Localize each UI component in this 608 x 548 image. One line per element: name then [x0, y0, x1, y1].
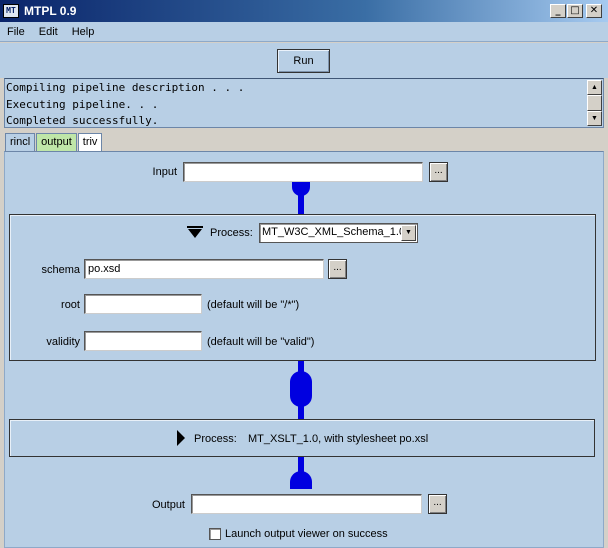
- validity-label: validity: [46, 336, 80, 348]
- chevron-down-icon[interactable]: ▼: [401, 225, 416, 241]
- title-bar[interactable]: MT MTPL 0.9 _ □ ✕: [0, 0, 608, 22]
- pipe-connector: [290, 371, 312, 407]
- expand-triangle-icon[interactable]: [176, 430, 186, 446]
- launch-viewer-label: Launch output viewer on success: [225, 528, 388, 540]
- pipeline-tabs: rincl output triv: [5, 133, 103, 152]
- window-title: MTPL 0.9: [24, 4, 77, 18]
- validity-field[interactable]: [84, 331, 202, 351]
- output-label: Output: [151, 499, 185, 511]
- process-box-schema: Process: MT_W3C_XML_Schema_1.0 ▼ schema …: [9, 214, 596, 361]
- menu-edit[interactable]: Edit: [32, 22, 65, 42]
- close-button[interactable]: ✕: [586, 4, 602, 18]
- maximize-button[interactable]: □: [567, 4, 583, 18]
- validity-hint: (default will be "valid"): [207, 336, 315, 348]
- run-button[interactable]: Run: [277, 49, 330, 73]
- process-select-value: MT_W3C_XML_Schema_1.0: [262, 226, 406, 238]
- schema-label: schema: [41, 264, 80, 276]
- schema-field[interactable]: po.xsd: [84, 259, 324, 279]
- process-select[interactable]: MT_W3C_XML_Schema_1.0 ▼: [259, 223, 418, 243]
- root-hint: (default will be "/*"): [207, 299, 300, 311]
- launch-viewer-checkbox[interactable]: [209, 528, 221, 540]
- pipe-connector: [298, 405, 304, 419]
- console-line: Compiling pipeline description . . .: [6, 81, 245, 94]
- console-scrollbar[interactable]: ▲ ▼: [587, 80, 602, 126]
- console-line: Completed successfully.: [6, 114, 159, 127]
- console-line: Executing pipeline. . .: [6, 97, 159, 111]
- pipeline-panel: Input ... Process: MT_W3C_XML_Schema_1.0…: [4, 151, 604, 548]
- root-field[interactable]: [84, 294, 202, 314]
- input-browse-button[interactable]: ...: [429, 162, 448, 182]
- input-label: Input: [152, 166, 177, 178]
- menu-help[interactable]: Help: [65, 22, 102, 42]
- scroll-up-icon[interactable]: ▲: [587, 80, 602, 95]
- menu-file[interactable]: File: [0, 22, 32, 42]
- root-label: root: [61, 299, 80, 311]
- input-field[interactable]: [183, 162, 423, 182]
- collapse-triangle-icon[interactable]: [186, 225, 204, 239]
- minimize-button[interactable]: _: [550, 4, 566, 18]
- process-label: Process:: [210, 227, 253, 239]
- app-icon: MT: [3, 4, 19, 18]
- process-label: Process:: [194, 433, 237, 445]
- pipe-connector: [290, 471, 312, 489]
- process-box-xslt: Process: MT_XSLT_1.0, with stylesheet po…: [9, 419, 595, 457]
- output-browse-button[interactable]: ...: [428, 494, 447, 514]
- run-toolbar: Run: [0, 43, 608, 78]
- output-field[interactable]: [191, 494, 422, 514]
- tab-rincl[interactable]: rincl: [5, 133, 36, 151]
- tab-triv[interactable]: triv: [77, 133, 103, 152]
- console-output: Compiling pipeline description . . . Exe…: [4, 78, 604, 128]
- tab-output[interactable]: output: [36, 133, 77, 151]
- menu-bar: File Edit Help: [0, 22, 608, 42]
- process-description: MT_XSLT_1.0, with stylesheet po.xsl: [248, 433, 429, 445]
- scroll-down-icon[interactable]: ▼: [587, 111, 602, 126]
- schema-browse-button[interactable]: ...: [328, 259, 347, 279]
- scroll-thumb[interactable]: [587, 95, 602, 111]
- pipe-connector: [298, 194, 304, 214]
